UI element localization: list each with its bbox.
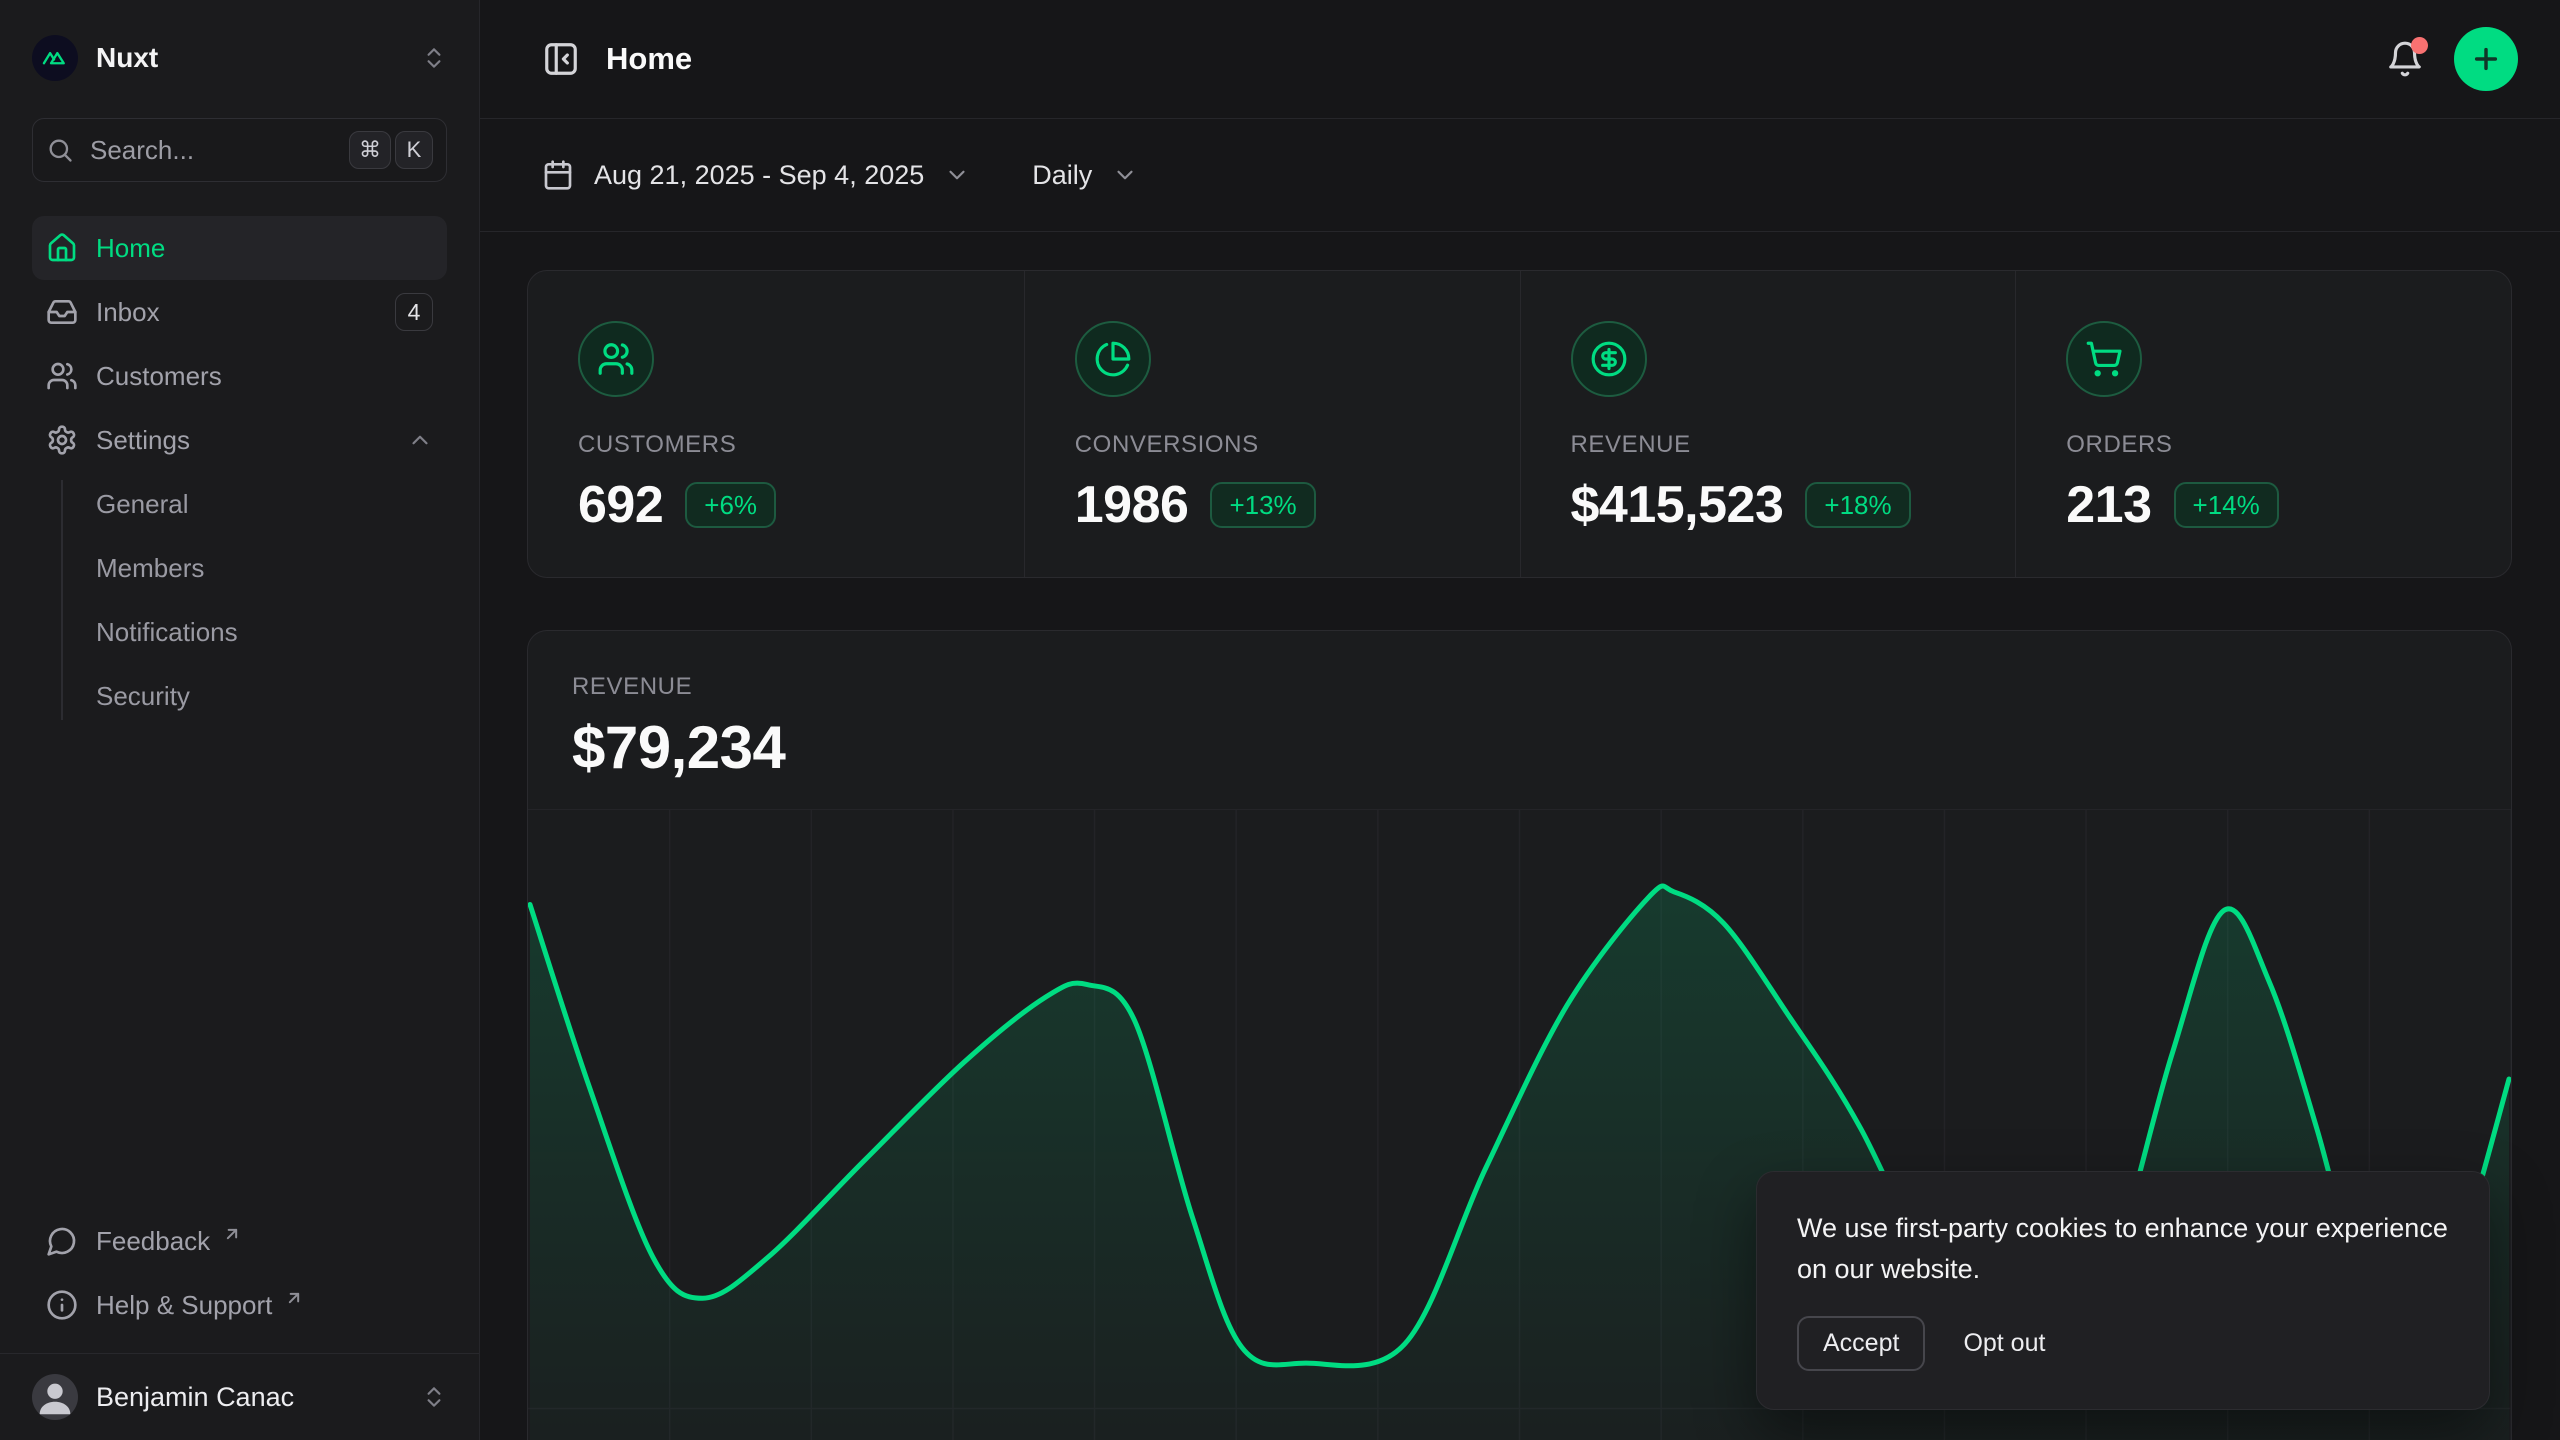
sidebar-item-inbox[interactable]: Inbox 4 [32,280,447,344]
sidebar: Nuxt Search... ⌘ K Home [0,0,480,1440]
cookie-optout-button[interactable]: Opt out [1963,1329,2045,1358]
stat-delta-badge: +14% [2174,482,2279,528]
page-header: Home [480,0,2560,119]
avatar [32,1374,78,1420]
stat-value: $415,523 [1571,475,1784,535]
users-icon [578,321,654,397]
nuxt-logo-icon [32,35,78,81]
chevron-up-icon [407,427,433,453]
header-actions [2386,27,2518,91]
search-placeholder: Search... [90,135,333,166]
revenue-chart-value: $79,234 [572,713,2467,782]
workspace-name: Nuxt [96,42,158,74]
search-input[interactable]: Search... ⌘ K [32,118,447,182]
stat-delta-badge: +18% [1805,482,1910,528]
plus-icon [2470,43,2502,75]
stats-row: CUSTOMERS 692 +6% CONVERSIONS 1986 +13% [527,270,2512,578]
inbox-icon [46,296,78,328]
stat-label: REVENUE [1571,431,2016,459]
home-icon [46,232,78,264]
users-icon [46,360,78,392]
external-link-icon [284,1288,304,1308]
stat-value: 692 [578,475,663,535]
stat-delta-badge: +13% [1210,482,1315,528]
sidebar-item-general[interactable]: General [32,472,447,536]
inbox-count-badge: 4 [395,293,433,331]
sidebar-footer: Feedback Help & Support [32,1209,447,1353]
sidebar-item-label: Customers [96,361,222,392]
period-select[interactable]: Daily [1032,160,1138,191]
settings-sub-list: General Members Notifications Security [32,472,447,728]
stat-card-conversions: CONVERSIONS 1986 +13% [1024,271,1520,577]
stat-label: CUSTOMERS [578,431,1024,459]
sidebar-item-label: Home [96,233,165,264]
page-title: Home [606,41,692,77]
search-shortcut: ⌘ K [349,131,433,169]
sidebar-item-settings[interactable]: Settings [32,408,447,472]
sidebar-nav: Home Inbox 4 Customers Settings [32,216,447,728]
sidebar-item-feedback[interactable]: Feedback [32,1209,447,1273]
sidebar-item-notifications[interactable]: Notifications [32,600,447,664]
sidebar-item-label: Help & Support [96,1290,272,1321]
notifications-button[interactable] [2386,40,2424,78]
shopping-cart-icon [2066,321,2142,397]
sidebar-item-label: Feedback [96,1226,210,1257]
sidebar-item-help-support[interactable]: Help & Support [32,1273,447,1337]
chevrons-up-down-icon [421,45,447,71]
info-circle-icon [46,1289,78,1321]
sidebar-item-label: Inbox [96,297,160,328]
chart-pie-icon [1075,321,1151,397]
stat-card-revenue: REVENUE $415,523 +18% [1520,271,2016,577]
stat-label: CONVERSIONS [1075,431,1520,459]
stat-card-orders: ORDERS 213 +14% [2015,271,2511,577]
revenue-chart-header: REVENUE $79,234 [528,631,2511,809]
sidebar-item-security[interactable]: Security [32,664,447,728]
period-value: Daily [1032,160,1092,191]
user-menu[interactable]: Benjamin Canac [0,1353,479,1440]
sidebar-item-label: Settings [96,425,190,456]
stat-delta-badge: +6% [685,482,776,528]
cookie-actions: Accept Opt out [1797,1316,2449,1371]
notification-dot [2411,37,2428,54]
search-icon [46,136,74,164]
date-range-picker[interactable]: Aug 21, 2025 - Sep 4, 2025 [542,159,970,191]
stat-value: 213 [2066,475,2151,535]
date-range-value: Aug 21, 2025 - Sep 4, 2025 [594,160,924,191]
calendar-icon [542,159,574,191]
stat-label: ORDERS [2066,431,2511,459]
gear-icon [46,424,78,456]
external-link-icon [222,1224,242,1244]
stat-value: 1986 [1075,475,1189,535]
sidebar-item-customers[interactable]: Customers [32,344,447,408]
chevron-down-icon [1112,162,1138,188]
filter-toolbar: Aug 21, 2025 - Sep 4, 2025 Daily [480,119,2560,232]
chevrons-up-down-icon [421,1384,447,1410]
add-button[interactable] [2454,27,2518,91]
collapse-sidebar-button[interactable] [542,40,580,78]
kbd-cmd: ⌘ [349,131,391,169]
workspace-selector[interactable]: Nuxt [32,26,447,90]
message-bubble-icon [46,1225,78,1257]
cookie-banner: We use first-party cookies to enhance yo… [1756,1171,2490,1410]
user-name: Benjamin Canac [96,1382,294,1413]
panel-left-icon [542,40,580,78]
cookie-accept-button[interactable]: Accept [1797,1316,1925,1371]
chevron-down-icon [944,162,970,188]
revenue-chart-label: REVENUE [572,673,2467,701]
sidebar-item-home[interactable]: Home [32,216,447,280]
stat-card-customers: CUSTOMERS 692 +6% [528,271,1024,577]
sidebar-item-members[interactable]: Members [32,536,447,600]
cookie-message: We use first-party cookies to enhance yo… [1797,1208,2449,1290]
circle-dollar-icon [1571,321,1647,397]
kbd-k: K [395,131,433,169]
